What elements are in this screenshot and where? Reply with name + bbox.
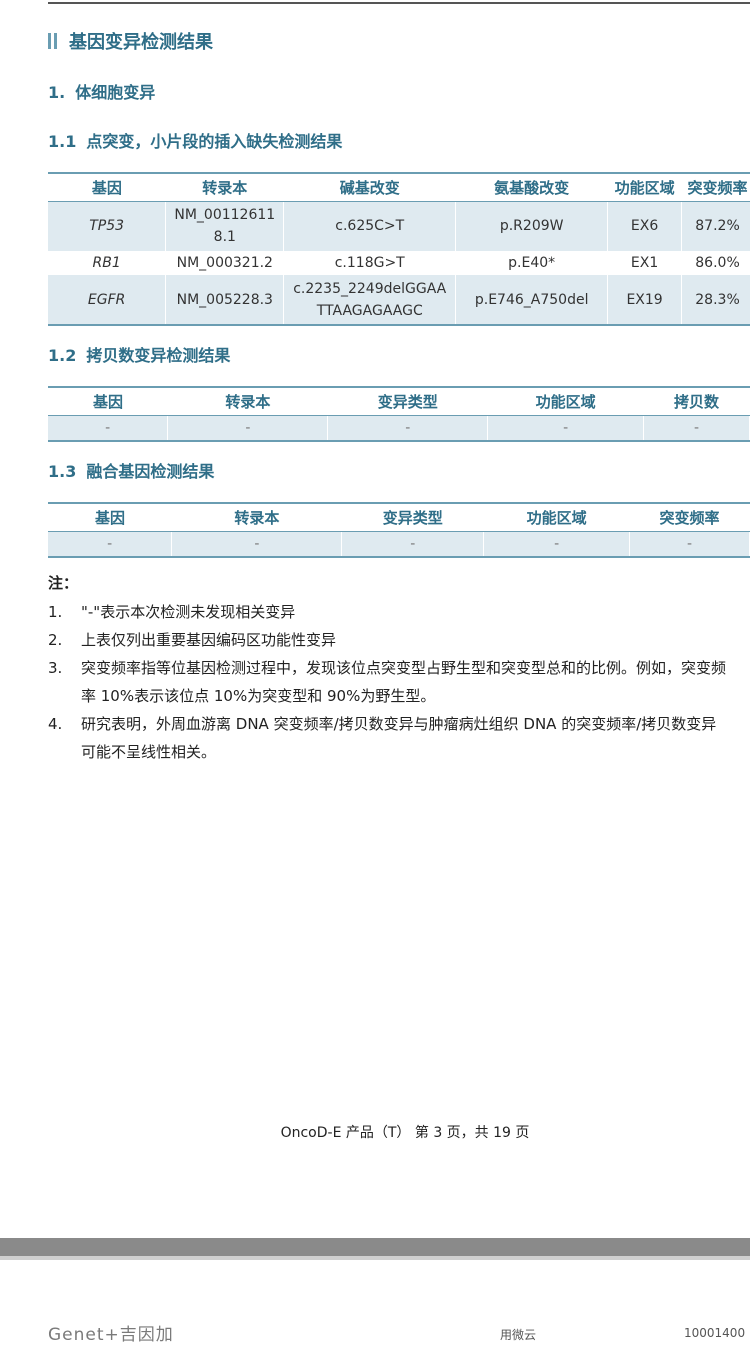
freq-cell: 87.2% (681, 201, 750, 251)
column-header: 拷贝数 (643, 386, 750, 416)
page-footer: OncoD-E 产品（T） 第 3 页，共 19 页 (280, 1125, 530, 1141)
page-separator-shadow (0, 1256, 750, 1260)
gene-cell: EGFR (48, 275, 167, 326)
table-row: RB1 NM_000321.2 c.118G>T p.E40* EX1 86.0… (48, 251, 750, 275)
column-header: 碱基改变 (283, 172, 456, 202)
column-header: 转录本 (165, 172, 284, 202)
column-header: 功能区域 (483, 502, 630, 532)
table-row: EGFR NM_005228.3 c.2235_2249delGGAA TTAAG… (48, 275, 750, 326)
column-header: 功能区域 (607, 172, 682, 202)
empty-cell: - (643, 415, 750, 442)
note-item: 4. 研究表明，外周血游离 DNA 突变频率/拷贝数变异与肿瘤病灶组织 DNA … (48, 715, 717, 761)
region-cell: EX1 (607, 251, 683, 275)
somatic-heading: 1. 体细胞变异 (48, 83, 156, 102)
snv-heading: 1.1 点突变，小片段的插入缺失检测结果 (48, 132, 343, 151)
empty-cell: - (171, 531, 343, 558)
aa-change-cell: p.E746_A750del (455, 275, 609, 326)
top-rule (48, 2, 750, 4)
notes-title: 注： (48, 574, 79, 592)
company-logo: Genet+吉因加 (48, 1325, 174, 1345)
cnv-table: 基因 转录本 变异类型 功能区域 拷贝数 - - - - - (48, 386, 750, 442)
region-cell: EX6 (607, 201, 683, 251)
column-header: 突变频率 (629, 502, 750, 532)
table-row: TP53 NM_00112611 8.1 c.625C>T p.R209W EX6… (48, 201, 750, 251)
fusion-heading: 1.3 融合基因检测结果 (48, 462, 215, 481)
empty-cell: - (327, 415, 489, 442)
empty-cell: - (629, 531, 750, 558)
base-change-cell: c.625C>T (283, 201, 457, 251)
empty-cell: - (341, 531, 485, 558)
column-header: 转录本 (171, 502, 342, 532)
column-header: 变异类型 (327, 386, 488, 416)
freq-cell: 86.0% (681, 251, 750, 275)
section-title-text: 基因变异检测结果 (69, 32, 213, 53)
next-page-text: 用微云 (500, 1328, 537, 1342)
next-page-number: 10001400 (684, 1326, 746, 1340)
gene-cell: RB1 (48, 251, 167, 275)
base-change-cell: c.118G>T (283, 251, 457, 275)
empty-cell: - (483, 531, 631, 558)
transcript-cell: NM_000321.2 (165, 251, 285, 275)
base-change-cell: c.2235_2249delGGAA TTAAGAGAAGC (283, 275, 457, 326)
note-item: 2. 上表仅列出重要基因编码区功能性变异 (48, 631, 337, 649)
gene-cell: TP53 (48, 201, 167, 251)
title-bar-icon (48, 33, 51, 49)
aa-change-cell: p.E40* (455, 251, 609, 275)
freq-cell: 28.3% (681, 275, 750, 326)
table-header-row: 基因 转录本 变异类型 功能区域 突变频率 (48, 502, 750, 532)
column-header: 基因 (48, 386, 168, 416)
region-cell: EX19 (607, 275, 683, 326)
table-row: - - - - - (48, 531, 750, 558)
note-item: 1. "-"表示本次检测未发现相关变异 (48, 603, 296, 621)
column-header: 转录本 (167, 386, 328, 416)
empty-cell: - (167, 415, 329, 442)
column-header: 基因 (48, 502, 172, 532)
column-header: 基因 (48, 172, 166, 202)
fusion-table: 基因 转录本 变异类型 功能区域 突变频率 - - - - - (48, 502, 750, 558)
aa-change-cell: p.R209W (455, 201, 609, 251)
transcript-cell: NM_00112611 8.1 (165, 201, 285, 251)
transcript-cell: NM_005228.3 (165, 275, 285, 326)
table-row: - - - - - (48, 415, 750, 442)
empty-cell: - (48, 415, 169, 442)
table-header-row: 基因 转录本 碱基改变 氨基酸改变 功能区域 突变频率 (48, 172, 750, 202)
column-header: 功能区域 (487, 386, 644, 416)
empty-cell: - (48, 531, 173, 558)
notes: 注： 1. "-"表示本次检测未发现相关变异 2. 上表仅列出重要基因编码区功能… (48, 572, 750, 766)
column-header: 变异类型 (341, 502, 484, 532)
title-bar-icon (54, 33, 57, 49)
table-header-row: 基因 转录本 变异类型 功能区域 拷贝数 (48, 386, 750, 416)
section-title: 基因变异检测结果 (48, 26, 213, 56)
column-header: 突变频率 (681, 172, 750, 202)
column-header: 氨基酸改变 (455, 172, 608, 202)
page-separator (0, 1238, 750, 1256)
cnv-heading: 1.2 拷贝数变异检测结果 (48, 346, 231, 365)
empty-cell: - (487, 415, 645, 442)
snv-table: 基因 转录本 碱基改变 氨基酸改变 功能区域 突变频率 TP53 NM_0011… (48, 172, 750, 326)
note-item: 3. 突变频率指等位基因检测过程中，发现该位点突变型占野生型和突变型总和的比例。… (48, 659, 727, 705)
